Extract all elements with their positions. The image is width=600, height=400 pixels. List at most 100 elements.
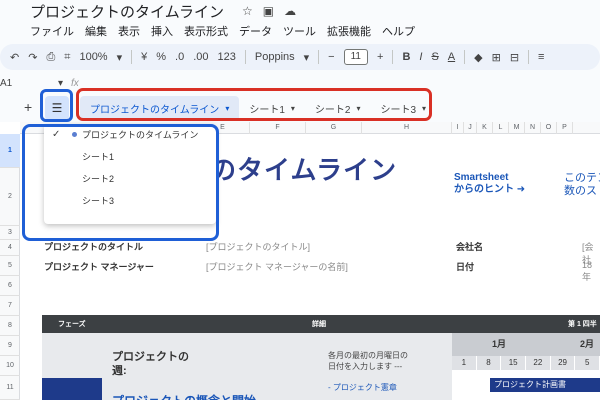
smartsheet-hint[interactable]: Smartsheet からのヒント ➜: [454, 172, 525, 196]
cloud-status-icon[interactable]: ☁: [284, 4, 296, 18]
week-cell[interactable]: 1: [452, 356, 477, 370]
column-header[interactable]: M: [509, 122, 525, 134]
star-icon[interactable]: ☆: [242, 4, 253, 18]
highlight-box-all-sheets: [40, 89, 73, 122]
column-header[interactable]: F: [250, 122, 306, 134]
undo-icon[interactable]: ↶: [10, 51, 19, 64]
row-header[interactable]: 1: [0, 134, 20, 168]
row-header[interactable]: 5: [0, 256, 20, 276]
chevron-down-icon: ▾: [303, 51, 310, 64]
document-title[interactable]: プロジェクトのタイムライン: [30, 1, 224, 22]
font-size-decrease-button[interactable]: −: [328, 51, 334, 63]
sheets-app: プロジェクトのタイムライン ☆ ▣ ☁ ファイル 編集 表示 挿入 表示形式 デ…: [0, 0, 600, 400]
week-cell[interactable]: 8: [476, 356, 502, 370]
project-title-label: プロジェクトのタイトル: [44, 242, 144, 252]
row-header[interactable]: 11: [0, 376, 20, 400]
zoom-select[interactable]: 100%: [79, 51, 107, 63]
chevron-down-icon: ▾: [116, 51, 123, 64]
toolbar-divider: [131, 50, 133, 64]
date-label: 日付: [456, 262, 475, 272]
menu-tools[interactable]: ツール: [283, 23, 316, 39]
increase-decimal-button[interactable]: .00: [193, 51, 208, 63]
phase-name[interactable]: プロジェクトの概念と開始: [112, 392, 256, 400]
week-cell[interactable]: 29: [550, 356, 576, 370]
project-title-value[interactable]: [プロジェクトのタイトル]: [206, 240, 310, 253]
menu-format[interactable]: 表示形式: [184, 23, 228, 39]
row-headers: 1 2 3 4 5 6 7 8 9 10 11: [0, 134, 20, 400]
column-header[interactable]: K: [477, 122, 493, 134]
month-label: 1月: [492, 339, 507, 349]
row-header[interactable]: 7: [0, 296, 20, 316]
italic-icon[interactable]: I: [419, 51, 422, 63]
font-size-input[interactable]: 11: [343, 49, 368, 65]
project-manager-label: プロジェクト マネージャー: [44, 262, 154, 272]
phase-header-bar: フェーズ 詳細 第 1 四半: [42, 315, 600, 333]
row-header[interactable]: 9: [0, 336, 20, 356]
column-header[interactable]: O: [541, 122, 557, 134]
menu-edit[interactable]: 編集: [85, 23, 107, 39]
fx-icon: fx: [71, 78, 79, 89]
detail-header: 詳細: [312, 321, 326, 328]
row-header[interactable]: 10: [0, 356, 20, 376]
month-start-note: 各月の最初の月曜日の 日付を入力します ---: [328, 351, 408, 371]
currency-button[interactable]: ¥: [141, 51, 147, 63]
number-format-button[interactable]: 123: [218, 51, 236, 63]
toolbar-divider: [244, 50, 246, 64]
align-icon[interactable]: ≡: [538, 51, 544, 63]
column-header[interactable]: H: [362, 122, 452, 134]
column-header[interactable]: G: [306, 122, 362, 134]
row-header[interactable]: 8: [0, 316, 20, 336]
menu-data[interactable]: データ: [239, 23, 272, 39]
project-week-label: プロジェクトの 週:: [112, 351, 189, 377]
menu-file[interactable]: ファイル: [30, 23, 74, 39]
menu-extensions[interactable]: 拡張機能: [327, 23, 371, 39]
name-box[interactable]: A1: [0, 78, 58, 89]
date-value[interactable]: 18年: [582, 260, 600, 283]
menu-insert[interactable]: 挿入: [151, 23, 173, 39]
project-plan-bar[interactable]: プロジェクト計画書: [490, 378, 600, 392]
template-hint-text: このテン 数のス: [564, 172, 600, 197]
text-color-icon[interactable]: A: [448, 51, 455, 63]
row-header[interactable]: 6: [0, 276, 20, 296]
toolbar-divider: [528, 50, 530, 64]
column-header[interactable]: N: [525, 122, 541, 134]
sheet-big-title: のタイムライン: [210, 155, 398, 185]
toolbar-divider: [464, 50, 466, 64]
week-cell[interactable]: 22: [526, 356, 551, 370]
paint-format-icon[interactable]: ⌗: [64, 51, 70, 64]
print-icon[interactable]: ⎙: [46, 51, 55, 64]
font-size-increase-button[interactable]: +: [377, 51, 383, 63]
borders-icon[interactable]: ⊞: [492, 51, 501, 64]
menu-view[interactable]: 表示: [118, 23, 140, 39]
quarter-header: 第 1 四半: [568, 321, 597, 328]
redo-icon[interactable]: ↷: [28, 51, 37, 64]
strikethrough-icon[interactable]: S: [431, 51, 438, 63]
toolbar-divider: [318, 50, 320, 64]
bold-icon[interactable]: B: [402, 51, 410, 63]
merge-icon[interactable]: ⊟: [510, 51, 519, 64]
column-header[interactable]: J: [464, 122, 477, 134]
row-header[interactable]: 4: [0, 240, 20, 256]
month-label: 2月: [580, 339, 595, 349]
highlight-box-menu: [22, 124, 219, 241]
menu-help[interactable]: ヘルプ: [382, 23, 415, 39]
row-header[interactable]: 2: [0, 168, 20, 226]
title-bar: プロジェクトのタイムライン ☆ ▣ ☁: [0, 0, 600, 22]
row-header[interactable]: 3: [0, 226, 20, 240]
highlight-box-tabs: [76, 88, 432, 121]
column-header[interactable]: I: [452, 122, 464, 134]
week-cell[interactable]: 5: [575, 356, 600, 370]
menu-bar: ファイル 編集 表示 挿入 表示形式 データ ツール 拡張機能 ヘルプ: [0, 22, 415, 40]
decrease-decimal-button[interactable]: .0: [175, 51, 184, 63]
move-folder-icon[interactable]: ▣: [263, 4, 274, 18]
project-manager-value[interactable]: [プロジェクト マネージャーの名前]: [206, 260, 348, 273]
font-select[interactable]: Poppins: [255, 51, 295, 63]
fill-color-icon[interactable]: ◆: [474, 51, 482, 64]
chevron-down-icon: ▾: [58, 78, 64, 89]
add-sheet-button[interactable]: +: [24, 99, 32, 115]
project-charter-item[interactable]: - プロジェクト憲章: [328, 382, 397, 393]
column-header[interactable]: L: [493, 122, 509, 134]
percent-button[interactable]: %: [156, 51, 166, 63]
week-cell[interactable]: 15: [501, 356, 527, 370]
column-header[interactable]: P: [557, 122, 573, 134]
